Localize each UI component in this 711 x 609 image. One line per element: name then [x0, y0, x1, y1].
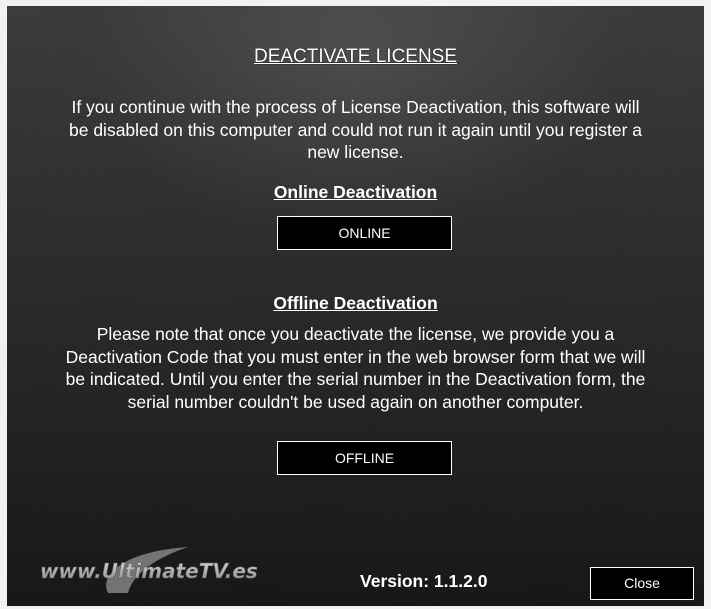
intro-text-line-1: If you continue with the process of Lice…: [71, 97, 640, 117]
offline-text-line-2: Deactivation Code that you must enter in…: [65, 347, 646, 367]
logo-text: www.UltimateTV.es: [40, 559, 258, 583]
online-button[interactable]: ONLINE: [277, 216, 452, 250]
online-deactivation-heading: Online Deactivation: [273, 182, 438, 202]
intro-text-line-2: be disabled on this computer and could n…: [69, 120, 642, 140]
close-button[interactable]: Close: [590, 567, 694, 600]
offline-button[interactable]: OFFLINE: [277, 441, 452, 475]
offline-text-line-3: be indicated. Until you enter the serial…: [65, 369, 646, 389]
offline-text-line-4: serial number couldn't be used again on …: [127, 392, 584, 412]
version-label: Version: 1.1.2.0: [360, 571, 488, 591]
license-dialog-window: DEACTIVATE LICENSE If you continue with …: [0, 0, 711, 609]
dialog-panel: DEACTIVATE LICENSE If you continue with …: [7, 6, 704, 606]
offline-deactivation-heading: Offline Deactivation: [273, 293, 438, 313]
offline-text-line-1: Please note that once you deactivate the…: [96, 324, 615, 344]
intro-text-line-3: new license.: [307, 142, 404, 162]
ultimatetv-logo: www.UltimateTV.es: [40, 547, 258, 593]
dialog-title: DEACTIVATE LICENSE: [253, 46, 458, 67]
